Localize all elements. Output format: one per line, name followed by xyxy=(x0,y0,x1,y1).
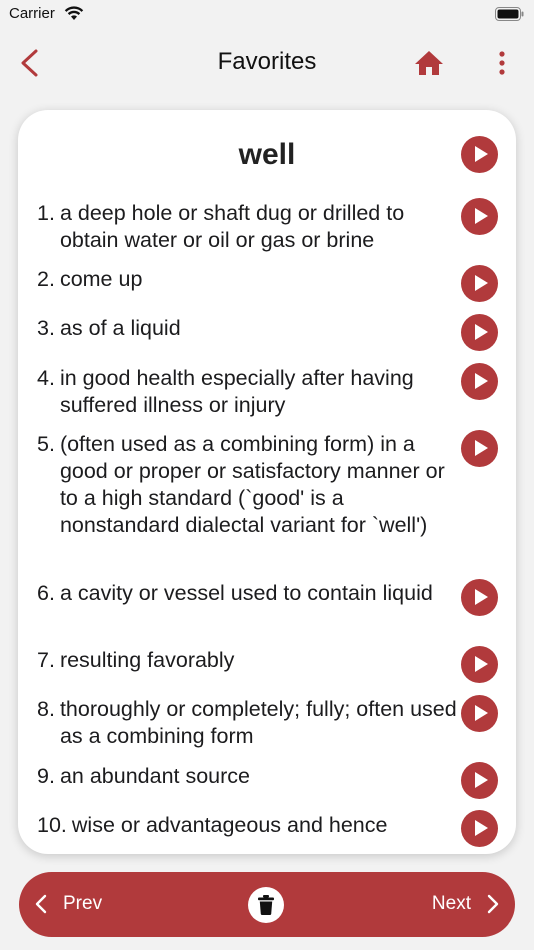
play-word-button[interactable] xyxy=(461,136,498,173)
definition-text: (often used as a combining form) in a go… xyxy=(59,432,445,537)
definition-number: 7. xyxy=(37,648,55,672)
definition-number: 10. xyxy=(37,813,67,837)
definition-number: 4. xyxy=(37,366,55,390)
definition-item: 7. resulting favorably xyxy=(37,647,457,674)
prev-button[interactable]: Prev xyxy=(33,889,102,919)
page-title: Favorites xyxy=(217,48,317,75)
play-definition-button[interactable] xyxy=(461,363,498,400)
prev-label: Prev xyxy=(63,893,103,914)
nav-bar: Favorites xyxy=(0,36,534,90)
play-definition-button[interactable] xyxy=(461,430,498,467)
delete-favorite-button[interactable] xyxy=(248,887,284,923)
bottom-navigation-bar: Prev Next xyxy=(19,872,515,937)
definition-item: 4. in good health especially after havin… xyxy=(37,365,457,419)
play-definition-button[interactable] xyxy=(461,198,498,235)
carrier-label: Carrier xyxy=(9,5,55,22)
definition-text: a deep hole or shaft dug or drilled to o… xyxy=(59,201,405,252)
home-button[interactable] xyxy=(414,49,444,77)
play-definition-button[interactable] xyxy=(461,695,498,732)
definition-number: 9. xyxy=(37,764,55,788)
definition-number: 3. xyxy=(37,316,55,340)
word-title: well xyxy=(238,138,296,171)
definition-text: a cavity or vessel used to contain liqui… xyxy=(59,581,433,605)
definition-number: 1. xyxy=(37,201,55,225)
definition-item: 1. a deep hole or shaft dug or drilled t… xyxy=(37,200,457,254)
definition-text: resulting favorably xyxy=(59,648,235,672)
next-button[interactable]: Next xyxy=(432,889,501,919)
definition-item: 2. come up xyxy=(37,266,457,293)
definition-item: 3. as of a liquid xyxy=(37,315,457,342)
trash-icon xyxy=(258,895,274,915)
definition-text: as of a liquid xyxy=(59,316,181,340)
definition-text: come up xyxy=(59,267,143,291)
chevron-left-icon xyxy=(35,894,47,914)
definition-number: 6. xyxy=(37,581,55,605)
definition-text: wise or advantageous and hence xyxy=(71,813,388,837)
definition-text: in good health especially after having s… xyxy=(59,366,414,417)
battery-icon xyxy=(495,7,524,21)
definition-number: 8. xyxy=(37,697,55,721)
play-definition-button[interactable] xyxy=(461,314,498,351)
definition-text: an abundant source xyxy=(59,764,251,788)
definition-text: thoroughly or completely; fully; often u… xyxy=(59,697,457,748)
definition-item: 10. wise or advantageous and hence xyxy=(37,812,477,839)
definition-item: 6. a cavity or vessel used to contain li… xyxy=(37,580,457,607)
play-definition-button[interactable] xyxy=(461,265,498,302)
wifi-icon xyxy=(64,6,84,20)
status-bar: Carrier xyxy=(0,0,534,30)
next-label: Next xyxy=(431,893,471,914)
play-definition-button[interactable] xyxy=(461,810,498,847)
definition-number: 2. xyxy=(37,267,55,291)
chevron-right-icon xyxy=(487,894,499,914)
definition-item: 5. (often used as a combining form) in a… xyxy=(37,431,457,539)
definition-item: 8. thoroughly or completely; fully; ofte… xyxy=(37,696,457,750)
more-options-button[interactable] xyxy=(494,49,510,77)
more-vertical-icon xyxy=(499,51,505,75)
definition-number: 5. xyxy=(37,432,55,456)
play-definition-button[interactable] xyxy=(461,579,498,616)
home-icon xyxy=(415,51,443,75)
definition-item: 9. an abundant source xyxy=(37,763,457,790)
play-definition-button[interactable] xyxy=(461,646,498,683)
play-definition-button[interactable] xyxy=(461,762,498,799)
word-card: well 1. a deep hole or shaft dug or dril… xyxy=(18,110,516,854)
